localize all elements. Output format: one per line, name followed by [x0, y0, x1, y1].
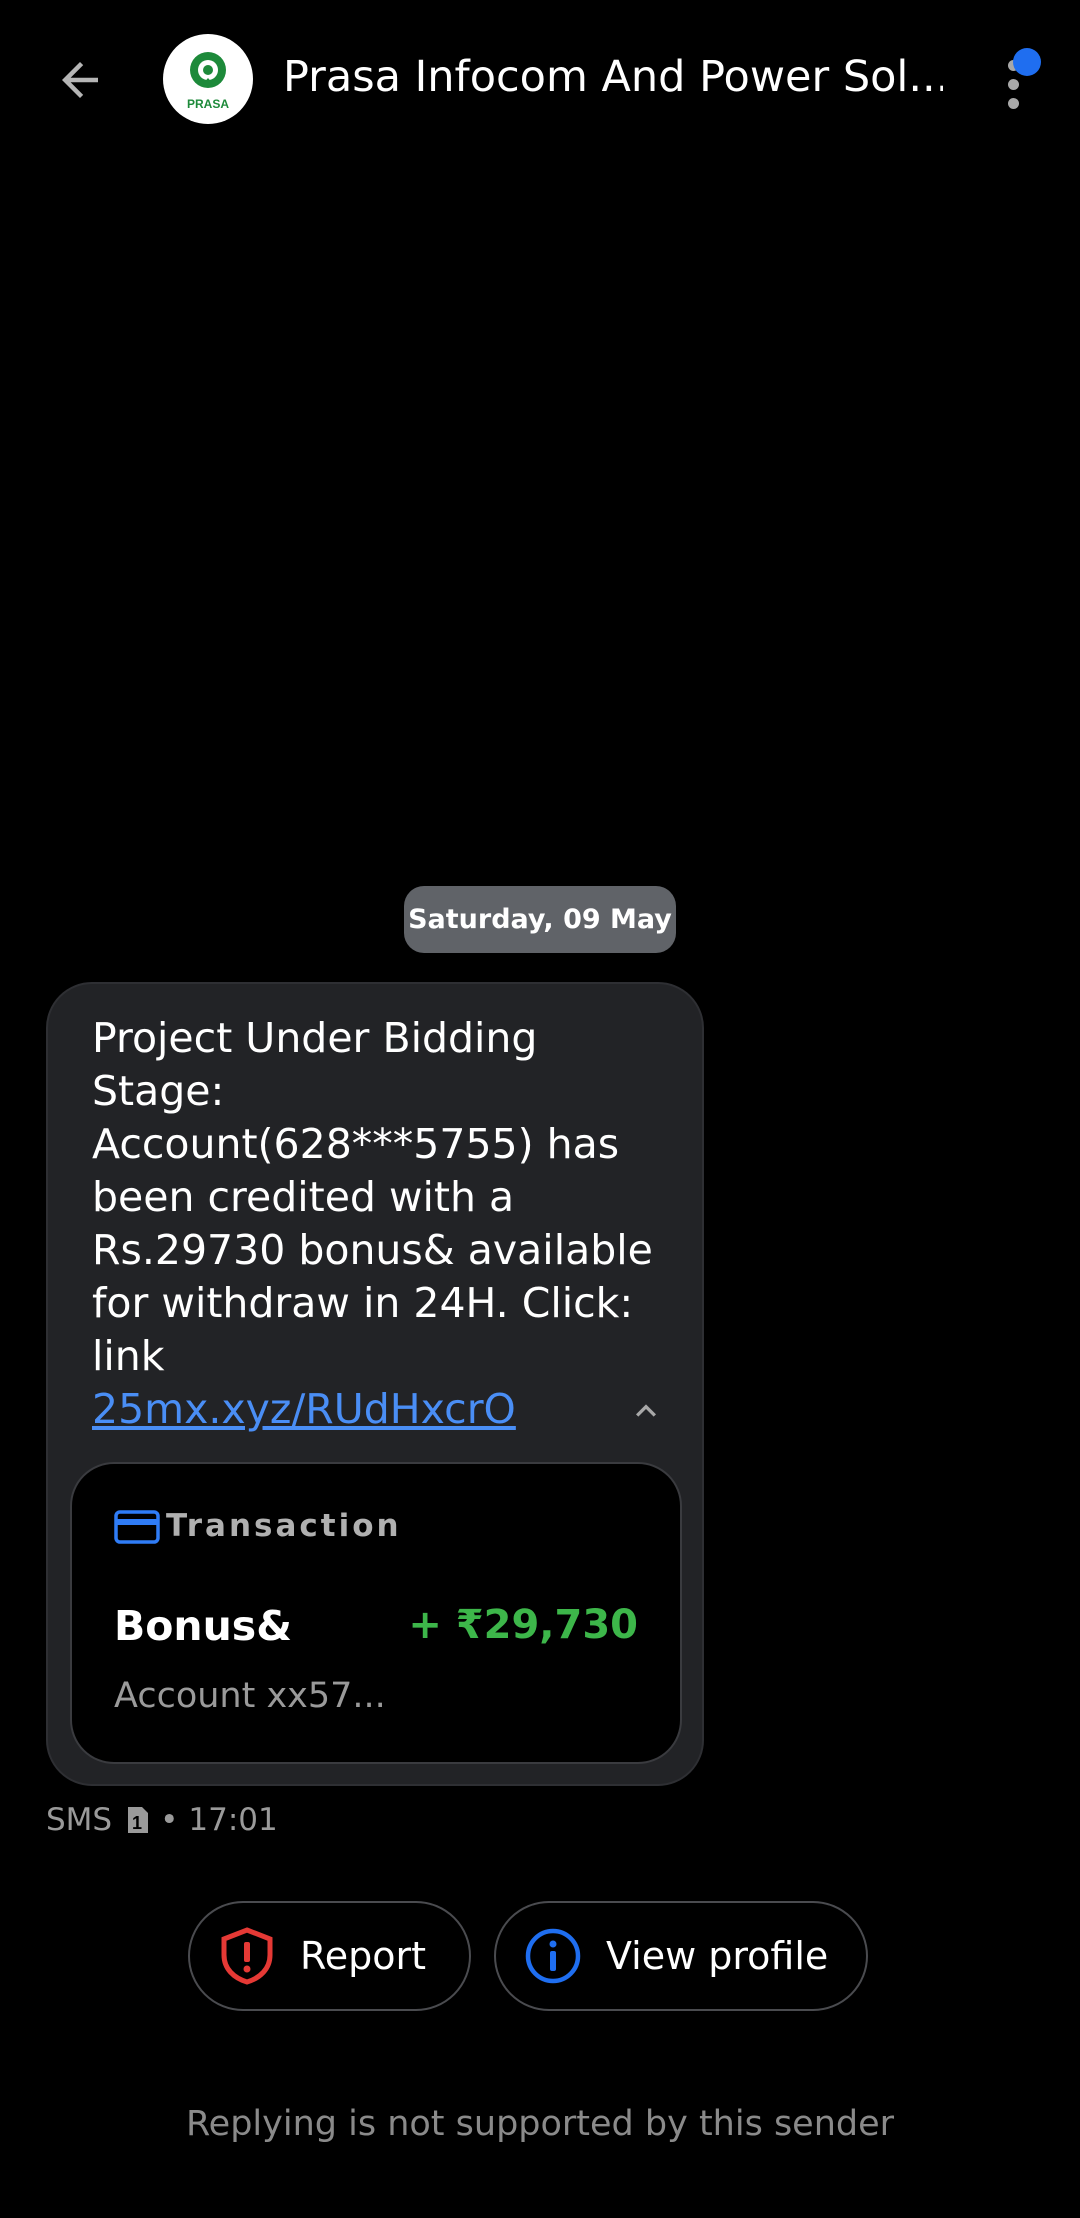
transaction-header: Transaction	[166, 1508, 402, 1544]
transaction-amount: + ₹29,730	[408, 1602, 638, 1648]
transaction-account: Account xx57...	[114, 1676, 386, 1716]
message-time: 17:01	[188, 1802, 278, 1838]
transaction-card[interactable]: Transaction Bonus& + ₹29,730 Account xx5…	[70, 1462, 682, 1764]
credit-card-icon	[114, 1510, 160, 1544]
view-profile-label: View profile	[606, 1934, 829, 1978]
top-app-bar: PRASA Prasa Infocom And Power Sol...	[0, 0, 1080, 160]
message-channel: SMS	[46, 1802, 113, 1838]
conversation-title: Prasa Infocom And Power Sol...	[283, 52, 943, 102]
more-vertical-icon-dot	[1008, 98, 1019, 109]
meta-separator: •	[160, 1802, 179, 1838]
message-text-container: Project Under Bidding Stage: Account(628…	[92, 1012, 662, 1436]
report-button[interactable]: Report	[188, 1901, 471, 2011]
date-separator: Saturday, 09 May	[404, 886, 676, 953]
sim-card-icon: 1	[128, 1807, 149, 1833]
info-icon	[524, 1927, 582, 1985]
message-bubble[interactable]: Project Under Bidding Stage: Account(628…	[46, 982, 704, 1786]
report-label: Report	[300, 1934, 426, 1978]
message-text: Project Under Bidding Stage: Account(628…	[92, 1014, 653, 1380]
more-vertical-icon-dot	[1008, 79, 1019, 90]
reply-unsupported-note: Replying is not supported by this sender	[185, 2104, 895, 2144]
prasa-logo: PRASA	[187, 52, 229, 111]
message-link[interactable]: 25mx.xyz/RUdHxcrO	[92, 1383, 662, 1436]
collapse-button[interactable]	[616, 1386, 676, 1436]
sim-slot-number: 1	[132, 1813, 142, 1833]
sender-avatar[interactable]: PRASA	[163, 34, 253, 124]
transaction-name: Bonus&	[114, 1602, 292, 1650]
notification-dot	[1013, 48, 1041, 76]
arrow-left-icon	[62, 62, 98, 98]
back-button[interactable]	[40, 40, 120, 120]
shield-alert-icon	[218, 1927, 276, 1985]
view-profile-button[interactable]: View profile	[494, 1901, 868, 2011]
message-meta: SMS 1 • 17:01	[46, 1798, 278, 1842]
chevron-up-icon	[636, 1404, 656, 1417]
avatar-text: PRASA	[187, 97, 229, 111]
